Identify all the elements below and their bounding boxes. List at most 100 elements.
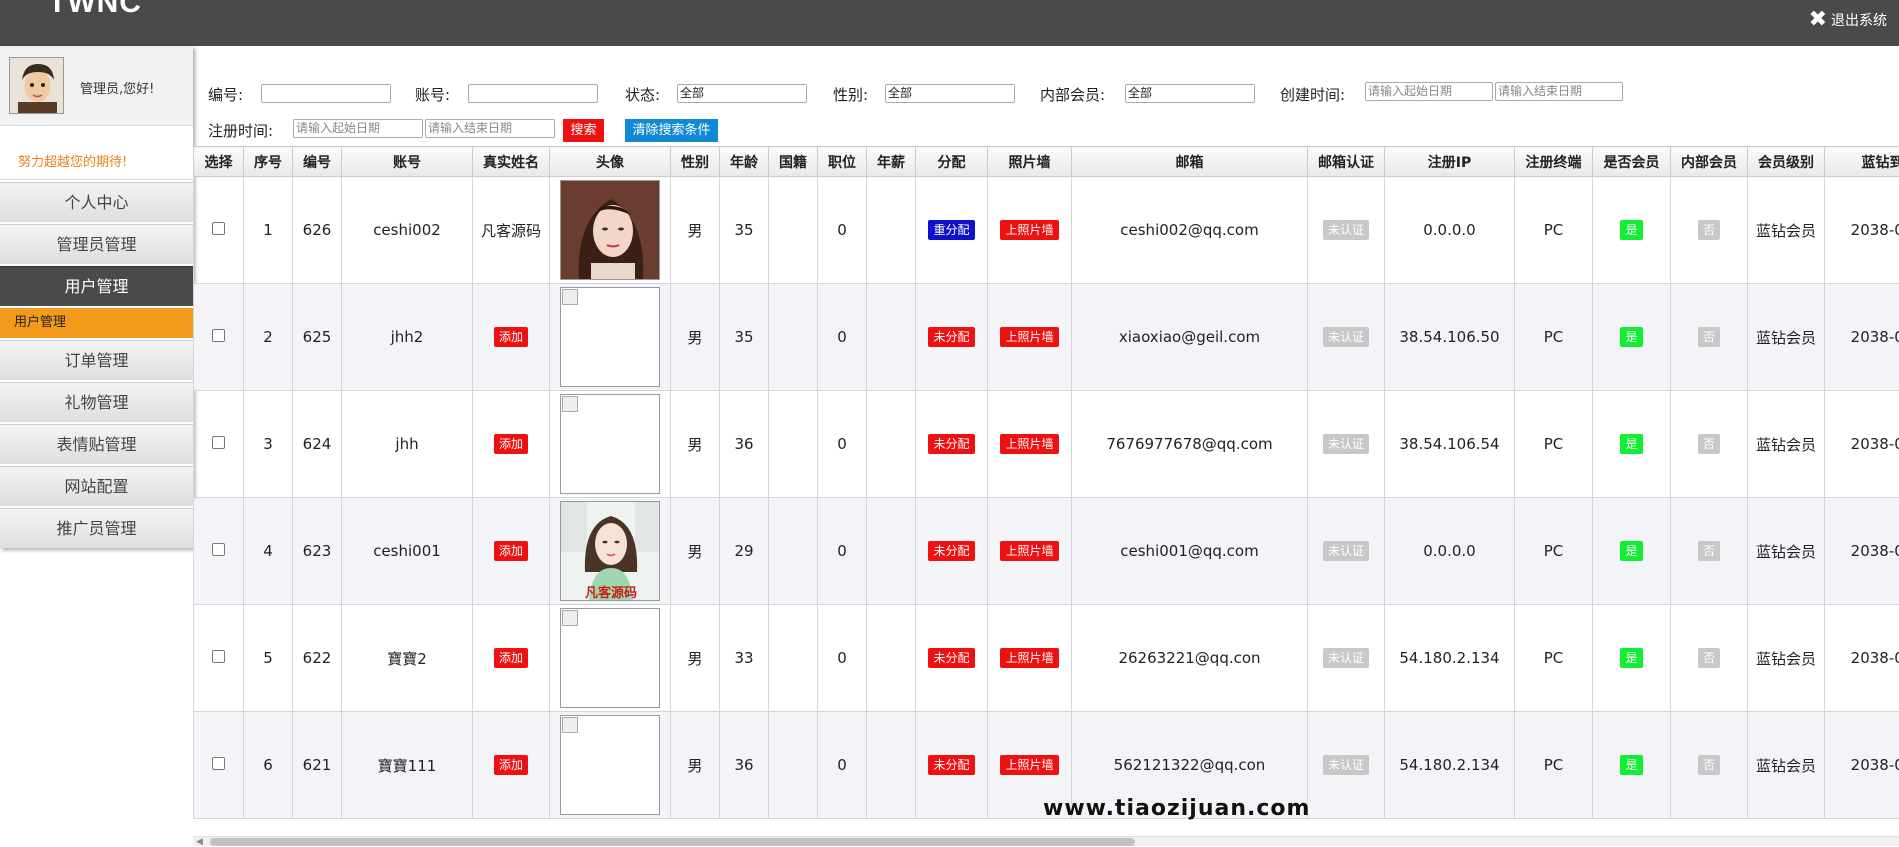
cell-expire: 2038-01-1	[1825, 498, 1899, 605]
col-register-ip[interactable]: 注册IP	[1385, 147, 1515, 177]
photo-wall-button[interactable]: 上照片墙	[1000, 220, 1058, 240]
col-seq[interactable]: 序号	[244, 147, 293, 177]
filter-created-end-input[interactable]: 请输入结束日期	[1495, 82, 1623, 101]
assign-button[interactable]: 重分配	[928, 220, 974, 240]
sidebar-item-promoters[interactable]: 推广员管理	[0, 508, 193, 548]
add-realname-button[interactable]: 添加	[494, 755, 528, 775]
filter-id-input[interactable]	[261, 84, 391, 103]
add-realname-button[interactable]: 添加	[494, 541, 528, 561]
cell-register-ip: 54.180.2.134	[1385, 712, 1515, 819]
col-select[interactable]: 选择	[194, 147, 244, 177]
filter-status-select[interactable]: 全部	[677, 84, 807, 103]
email-verify-badge[interactable]: 未认证	[1323, 648, 1369, 668]
internal-member-badge[interactable]: 否	[1698, 755, 1720, 775]
row-checkbox[interactable]	[212, 436, 225, 449]
sidebar-item-personal[interactable]: 个人中心	[0, 182, 193, 222]
internal-member-badge[interactable]: 否	[1698, 327, 1720, 347]
sidebar-item-users[interactable]: 用户管理	[0, 266, 193, 306]
logout-button[interactable]: ✖ 退出系统	[1809, 10, 1887, 30]
filter-account-input[interactable]	[468, 84, 598, 103]
photo-wall-button[interactable]: 上照片墙	[1000, 755, 1058, 775]
member-badge[interactable]: 是	[1620, 648, 1642, 668]
scrollbar-thumb[interactable]	[210, 838, 1135, 846]
row-checkbox[interactable]	[212, 543, 225, 556]
col-realname[interactable]: 真实姓名	[473, 147, 550, 177]
internal-member-badge[interactable]: 否	[1698, 648, 1720, 668]
email-verify-badge[interactable]: 未认证	[1323, 541, 1369, 561]
add-realname-button[interactable]: 添加	[494, 327, 528, 347]
member-badge[interactable]: 是	[1620, 327, 1642, 347]
filter-created-start-input[interactable]: 请输入起始日期	[1365, 82, 1493, 101]
assign-button[interactable]: 未分配	[928, 434, 974, 454]
user-photo[interactable]	[560, 608, 660, 708]
col-position[interactable]: 职位	[818, 147, 867, 177]
col-avatar[interactable]: 头像	[550, 147, 671, 177]
cell-nation	[769, 712, 818, 819]
photo-wall-button[interactable]: 上照片墙	[1000, 541, 1058, 561]
member-badge[interactable]: 是	[1620, 220, 1642, 240]
user-photo[interactable]	[560, 287, 660, 387]
add-realname-button[interactable]: 添加	[494, 648, 528, 668]
row-checkbox[interactable]	[212, 222, 225, 235]
col-internal-member[interactable]: 内部会员	[1671, 147, 1748, 177]
col-terminal[interactable]: 注册终端	[1515, 147, 1593, 177]
assign-button[interactable]: 未分配	[928, 327, 974, 347]
filter-register-start-input[interactable]: 请输入起始日期	[293, 119, 423, 138]
member-badge[interactable]: 是	[1620, 755, 1642, 775]
col-photo-wall[interactable]: 照片墙	[988, 147, 1072, 177]
internal-member-badge[interactable]: 否	[1698, 541, 1720, 561]
internal-member-badge[interactable]: 否	[1698, 220, 1720, 240]
photo-wall-button[interactable]: 上照片墙	[1000, 327, 1058, 347]
email-verify-badge[interactable]: 未认证	[1323, 327, 1369, 347]
sidebar-item-stickers[interactable]: 表情贴管理	[0, 424, 193, 464]
photo-wall-button[interactable]: 上照片墙	[1000, 434, 1058, 454]
add-realname-button[interactable]: 添加	[494, 434, 528, 454]
sidebar-item-site-config[interactable]: 网站配置	[0, 466, 193, 506]
row-checkbox[interactable]	[212, 757, 225, 770]
row-checkbox[interactable]	[212, 650, 225, 663]
user-photo[interactable]	[560, 715, 660, 815]
search-button[interactable]: 搜索	[563, 119, 604, 142]
assign-button[interactable]: 未分配	[928, 755, 974, 775]
logout-label: 退出系统	[1831, 10, 1887, 30]
cell-assign: 未分配	[916, 498, 988, 605]
col-id[interactable]: 编号	[293, 147, 342, 177]
col-email-verify[interactable]: 邮箱认证	[1308, 147, 1385, 177]
col-email[interactable]: 邮箱	[1072, 147, 1308, 177]
member-badge[interactable]: 是	[1620, 541, 1642, 561]
user-photo[interactable]	[560, 180, 660, 280]
col-member-level[interactable]: 会员级别	[1748, 147, 1825, 177]
filter-internal-select[interactable]: 全部	[1125, 84, 1255, 103]
sidebar-item-gifts[interactable]: 礼物管理	[0, 382, 193, 422]
filter-gender-select[interactable]: 全部	[885, 84, 1015, 103]
horizontal-scrollbar[interactable]: ◀	[193, 836, 1899, 846]
col-assign[interactable]: 分配	[916, 147, 988, 177]
assign-button[interactable]: 未分配	[928, 648, 974, 668]
member-badge[interactable]: 是	[1620, 434, 1642, 454]
email-verify-badge[interactable]: 未认证	[1323, 220, 1369, 240]
col-expire[interactable]: 蓝钻到期	[1825, 147, 1899, 177]
col-age[interactable]: 年龄	[720, 147, 769, 177]
sidebar-item-admin[interactable]: 管理员管理	[0, 224, 193, 264]
assign-button[interactable]: 未分配	[928, 541, 974, 561]
email-verify-badge[interactable]: 未认证	[1323, 755, 1369, 775]
cell-avatar: 凡客源码	[550, 498, 671, 605]
sidebar-subitem-users[interactable]: 用户管理	[0, 308, 193, 338]
email-verify-badge[interactable]: 未认证	[1323, 434, 1369, 454]
col-account[interactable]: 账号	[342, 147, 473, 177]
clear-filters-button[interactable]: 清除搜索条件	[625, 119, 718, 142]
photo-wall-button[interactable]: 上照片墙	[1000, 648, 1058, 668]
filter-register-end-input[interactable]: 请输入结束日期	[425, 119, 555, 138]
cell-realname-wrap: 添加	[473, 284, 550, 391]
col-nation[interactable]: 国籍	[769, 147, 818, 177]
internal-member-badge[interactable]: 否	[1698, 434, 1720, 454]
cell-nation	[769, 498, 818, 605]
col-gender[interactable]: 性别	[671, 147, 720, 177]
cell-assign: 未分配	[916, 284, 988, 391]
col-salary[interactable]: 年薪	[867, 147, 916, 177]
user-photo[interactable]: 凡客源码	[560, 501, 660, 601]
sidebar-item-orders[interactable]: 订单管理	[0, 340, 193, 380]
user-photo[interactable]	[560, 394, 660, 494]
row-checkbox[interactable]	[212, 329, 225, 342]
col-is-member[interactable]: 是否会员	[1593, 147, 1671, 177]
